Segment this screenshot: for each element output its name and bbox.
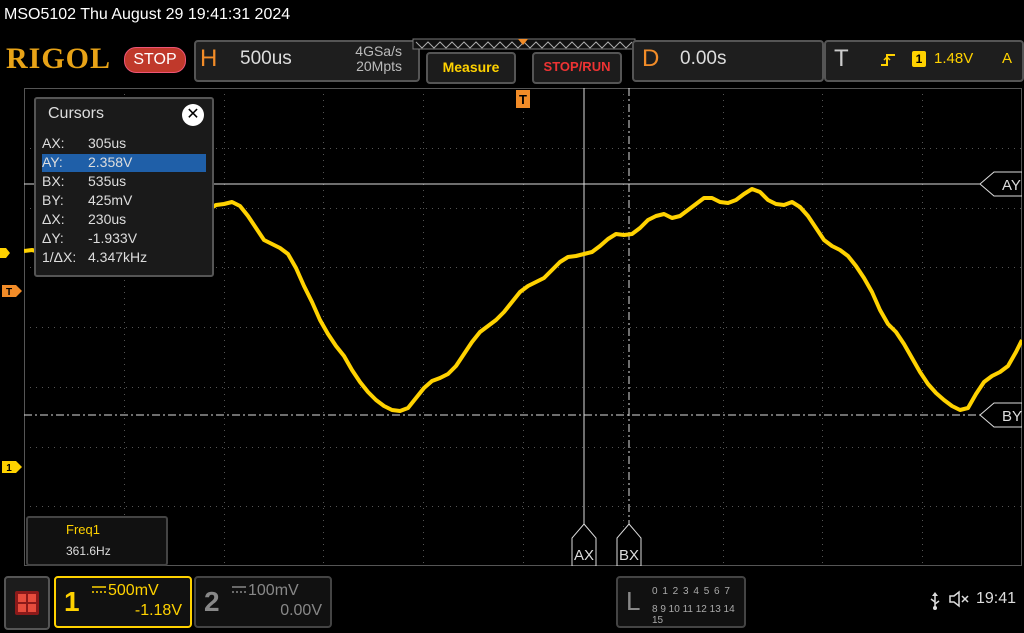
- timebase-value: 500us: [240, 48, 292, 69]
- speaker-muted-icon[interactable]: [948, 590, 970, 613]
- svg-text:1: 1: [6, 463, 12, 474]
- dc-coupling-icon: [232, 586, 246, 593]
- measurement-value: 361.6Hz: [66, 544, 111, 558]
- cursor-by-label[interactable]: BY: [979, 402, 1022, 428]
- cursor-row-key: AX:: [42, 135, 65, 151]
- horizontal-panel[interactable]: H 500us 4GSa/s 20Mpts: [194, 40, 420, 82]
- cursor-row-value: 4.347kHz: [88, 249, 148, 265]
- cursors-panel[interactable]: Cursors ✕ AX: 305us AY: 2.358V BX: 535us BY: 42…: [34, 97, 214, 277]
- close-icon[interactable]: ✕: [182, 104, 204, 126]
- cursor-row[interactable]: AY: 2.358V: [42, 154, 206, 172]
- cursor-row-key: BX:: [42, 173, 65, 189]
- clock: 19:41: [976, 590, 1017, 607]
- memory-depth: 20Mpts: [356, 58, 402, 74]
- stop-run-button[interactable]: STOP/RUN: [532, 52, 622, 84]
- channel1-ground-marker[interactable]: 1: [0, 460, 24, 474]
- rising-edge-icon: [881, 54, 895, 66]
- cursor-row-key: ΔX:: [42, 211, 65, 227]
- cursor-row-key: 1/ΔX:: [42, 249, 77, 265]
- cursor-row-value: 425mV: [88, 192, 133, 208]
- cursor-row-value: 305us: [88, 135, 127, 151]
- run-state-badge[interactable]: STOP: [124, 47, 186, 73]
- logic-analyzer-panel[interactable]: L 0 1 2 3 4 5 6 7 8 9 10 11 12 13 14 15: [616, 576, 746, 628]
- measurement-freq1[interactable]: Freq1 361.6Hz: [26, 516, 168, 566]
- trigger-letter: T: [834, 45, 849, 72]
- grid-menu-icon: [15, 591, 39, 615]
- logic-letter: L: [626, 586, 641, 616]
- cursor-row[interactable]: ΔY: -1.933V: [42, 230, 206, 248]
- rigol-logo: RIGOL: [6, 42, 112, 75]
- trigger-position-glyph: T: [519, 92, 527, 107]
- svg-text:AY: AY: [1002, 177, 1021, 194]
- cursor-row[interactable]: AX: 305us: [42, 135, 206, 153]
- cursor-row-value: 535us: [88, 173, 127, 189]
- cursor-row[interactable]: 1/ΔX: 4.347kHz: [42, 249, 206, 267]
- channel2-offset: 0.00V: [280, 602, 322, 619]
- logic-channels-low: 0 1 2 3 4 5 6 7: [652, 586, 731, 597]
- trigger-channel-badge: 1: [912, 51, 926, 67]
- cursor-ay-label[interactable]: AY: [979, 171, 1022, 197]
- channel2-number: 2: [204, 586, 220, 617]
- cursor-row-value: 230us: [88, 211, 127, 227]
- trigger-mode: A: [1001, 50, 1012, 67]
- measure-button[interactable]: Measure: [426, 52, 516, 84]
- sample-rate: 4GSa/s: [355, 43, 402, 59]
- cursor-row-key: BY:: [42, 192, 64, 208]
- channel2-panel[interactable]: 2 100mV 0.00V: [194, 576, 332, 628]
- channel2-scale: 100mV: [248, 582, 299, 599]
- waveform-offset-marker: [0, 248, 10, 258]
- svg-text:T: T: [6, 287, 12, 298]
- sample-info: 4GSa/s 20Mpts: [355, 44, 402, 74]
- main-menu-button[interactable]: [4, 576, 50, 630]
- cursor-ax-label[interactable]: AX: [571, 523, 597, 566]
- cursor-row-value: 2.358V: [88, 154, 133, 170]
- channel1-panel[interactable]: 1 500mV -1.18V: [54, 576, 192, 628]
- logic-channels-high: 8 9 10 11 12 13 14 15: [652, 604, 735, 626]
- delay-letter: D: [642, 45, 660, 72]
- cursor-bx-label[interactable]: BX: [616, 523, 642, 566]
- delay-value: 0.00s: [680, 48, 727, 69]
- trigger-level: 1.48V: [934, 50, 974, 67]
- cursor-row-key: AY:: [42, 154, 63, 170]
- cursor-row-value: -1.933V: [88, 230, 138, 246]
- window-title: MSO5102 Thu August 29 19:41:31 2024: [4, 6, 291, 23]
- measurement-label: Freq1: [66, 522, 100, 537]
- dc-coupling-icon: [92, 586, 106, 593]
- cursor-row-key: ΔY:: [42, 230, 64, 246]
- svg-text:BX: BX: [619, 547, 639, 564]
- cursor-row[interactable]: BY: 425mV: [42, 192, 206, 210]
- cursor-row[interactable]: ΔX: 230us: [42, 211, 206, 229]
- delay-panel[interactable]: D 0.00s: [632, 40, 824, 82]
- svg-text:AX: AX: [574, 547, 594, 564]
- trigger-level-marker[interactable]: T: [0, 284, 24, 298]
- trigger-panel[interactable]: T 1 1.48V A: [824, 40, 1024, 82]
- channel1-number: 1: [64, 586, 80, 617]
- cursor-row[interactable]: BX: 535us: [42, 173, 206, 191]
- channel1-scale: 500mV: [108, 582, 159, 599]
- channel1-offset: -1.18V: [134, 602, 182, 619]
- memory-position-bar[interactable]: [412, 38, 636, 52]
- usb-icon: [928, 592, 942, 615]
- cursors-title: Cursors: [48, 105, 105, 122]
- svg-text:BY: BY: [1002, 408, 1022, 425]
- horizontal-letter: H: [200, 45, 218, 72]
